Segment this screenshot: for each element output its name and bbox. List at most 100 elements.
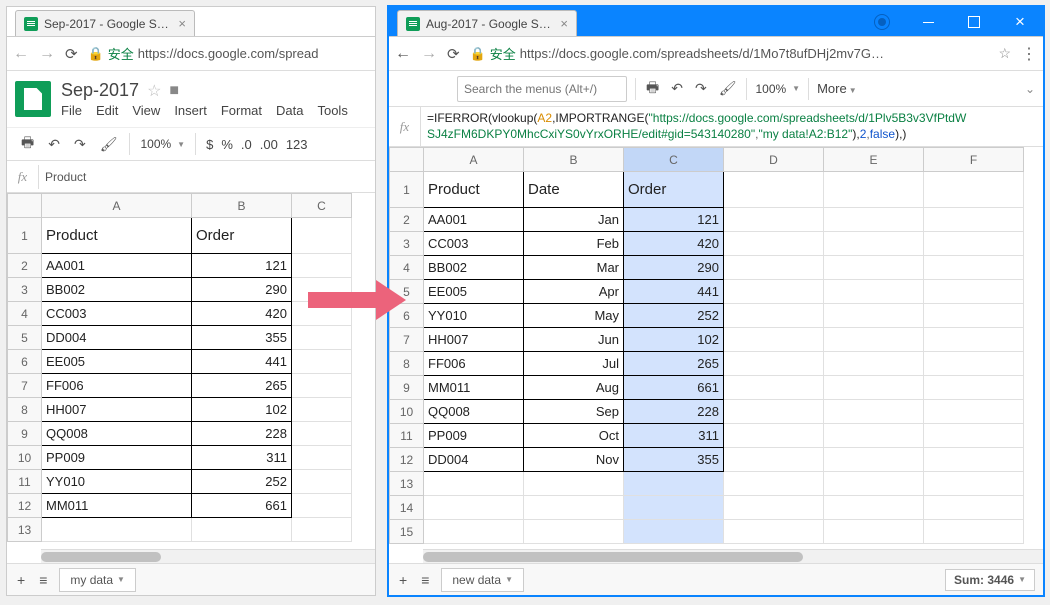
cell[interactable] [824, 424, 924, 448]
spreadsheet-grid[interactable]: ABCDEF1ProductDateOrder2AA001Jan1213CC00… [389, 147, 1043, 563]
cell[interactable]: Product [424, 172, 524, 208]
col-header-D[interactable]: D [724, 148, 824, 172]
col-header-F[interactable]: F [924, 148, 1024, 172]
cell[interactable] [724, 352, 824, 376]
cell[interactable]: Nov [524, 448, 624, 472]
cell[interactable]: MM011 [42, 494, 192, 518]
cell[interactable]: 355 [192, 326, 292, 350]
cell[interactable] [924, 400, 1024, 424]
row-header[interactable]: 14 [390, 496, 424, 520]
cell[interactable]: Order [624, 172, 724, 208]
cell[interactable] [924, 472, 1024, 496]
cell[interactable]: 661 [624, 376, 724, 400]
row-header[interactable]: 6 [8, 350, 42, 374]
cell[interactable] [924, 256, 1024, 280]
maximize-button[interactable] [951, 7, 997, 37]
close-icon[interactable]: × [178, 16, 186, 31]
cell[interactable] [924, 172, 1024, 208]
row-header[interactable]: 15 [390, 520, 424, 544]
undo-icon[interactable]: ↶ [46, 136, 62, 153]
cell[interactable]: 355 [624, 448, 724, 472]
cell[interactable]: 290 [192, 278, 292, 302]
cell[interactable] [924, 232, 1024, 256]
row-header[interactable]: 1 [8, 218, 42, 254]
cell[interactable]: Date [524, 172, 624, 208]
cell[interactable] [624, 472, 724, 496]
row-header[interactable]: 9 [390, 376, 424, 400]
cell[interactable]: FF006 [424, 352, 524, 376]
formula-bar[interactable]: fx Product [7, 161, 375, 193]
cell[interactable] [624, 496, 724, 520]
cell[interactable]: EE005 [42, 350, 192, 374]
more-button[interactable]: More [817, 81, 857, 96]
cell[interactable] [724, 256, 824, 280]
cell[interactable] [292, 494, 352, 518]
row-header[interactable]: 1 [390, 172, 424, 208]
paint-format-icon[interactable]: 🖌 [717, 80, 739, 97]
formula-bar[interactable]: fx =IFERROR(vlookup(A2,IMPORTRANGE("http… [389, 107, 1043, 147]
cell[interactable] [724, 280, 824, 304]
cell[interactable] [724, 520, 824, 544]
cell[interactable]: 441 [192, 350, 292, 374]
cell[interactable]: QQ008 [42, 422, 192, 446]
cell[interactable]: PP009 [424, 424, 524, 448]
cell[interactable]: Feb [524, 232, 624, 256]
menu-data[interactable]: Data [276, 103, 303, 118]
close-window-button[interactable]: × [997, 7, 1043, 37]
cell[interactable] [292, 326, 352, 350]
minimize-button[interactable] [905, 7, 951, 37]
cell[interactable] [824, 280, 924, 304]
cell[interactable] [924, 376, 1024, 400]
cell[interactable]: BB002 [42, 278, 192, 302]
format-.00[interactable]: .00 [260, 137, 278, 152]
cell[interactable] [824, 496, 924, 520]
row-header[interactable]: 8 [8, 398, 42, 422]
cell[interactable]: 420 [624, 232, 724, 256]
cell[interactable]: DD004 [424, 448, 524, 472]
sheet-tab[interactable]: new data ▼ [441, 568, 524, 592]
horizontal-scrollbar[interactable] [423, 549, 1043, 563]
cell[interactable] [524, 520, 624, 544]
cell[interactable] [824, 520, 924, 544]
cell[interactable] [824, 400, 924, 424]
menu-view[interactable]: View [132, 103, 160, 118]
cell[interactable] [724, 208, 824, 232]
cell[interactable] [724, 232, 824, 256]
folder-icon[interactable]: ■ [169, 82, 179, 100]
reload-icon[interactable]: ⟳ [447, 45, 460, 63]
row-header[interactable]: 3 [8, 278, 42, 302]
col-header-C[interactable]: C [292, 194, 352, 218]
cell[interactable]: EE005 [424, 280, 524, 304]
cell[interactable] [292, 398, 352, 422]
menu-insert[interactable]: Insert [174, 103, 207, 118]
cell[interactable] [724, 172, 824, 208]
reload-icon[interactable]: ⟳ [65, 45, 78, 63]
cell[interactable] [924, 496, 1024, 520]
undo-icon[interactable]: ↶ [669, 80, 685, 97]
cell[interactable]: Order [192, 218, 292, 254]
all-sheets-icon[interactable]: ≡ [419, 572, 431, 588]
cell[interactable] [824, 376, 924, 400]
cell[interactable]: 311 [624, 424, 724, 448]
cell[interactable]: Aug [524, 376, 624, 400]
cell[interactable]: 252 [624, 304, 724, 328]
bookmark-star-icon[interactable]: ☆ [998, 45, 1011, 62]
row-header[interactable]: 12 [8, 494, 42, 518]
add-sheet-icon[interactable]: + [15, 572, 27, 588]
row-header[interactable]: 2 [390, 208, 424, 232]
col-header-E[interactable]: E [824, 148, 924, 172]
cell[interactable] [292, 470, 352, 494]
cell[interactable] [292, 446, 352, 470]
cell[interactable]: MM011 [424, 376, 524, 400]
col-header-B[interactable]: B [524, 148, 624, 172]
cell[interactable] [824, 448, 924, 472]
cell[interactable]: DD004 [42, 326, 192, 350]
cell[interactable]: Jul [524, 352, 624, 376]
cell[interactable] [724, 472, 824, 496]
cell[interactable] [42, 518, 192, 542]
row-header[interactable]: 11 [390, 424, 424, 448]
cell[interactable]: AA001 [424, 208, 524, 232]
cell[interactable] [824, 208, 924, 232]
add-sheet-icon[interactable]: + [397, 572, 409, 588]
cell[interactable]: FF006 [42, 374, 192, 398]
